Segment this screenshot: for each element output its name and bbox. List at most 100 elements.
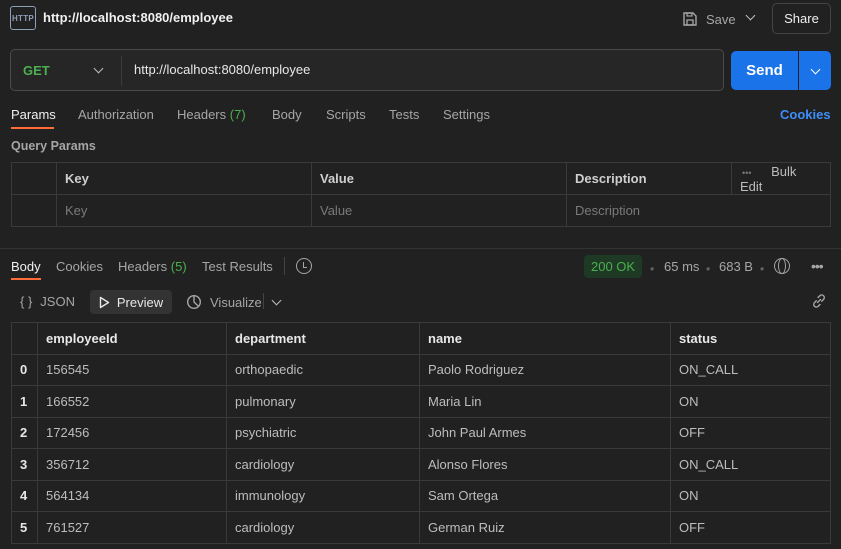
description-input[interactable]: Description	[566, 194, 831, 227]
toolbar-separator	[263, 293, 264, 309]
tab-headers-label: Headers	[177, 107, 227, 122]
employee-id-cell: 564134	[37, 479, 227, 512]
department-cell: orthopaedic	[226, 353, 420, 386]
json-label: JSON	[40, 294, 75, 309]
separator-dot: •	[706, 262, 711, 276]
department-cell: cardiology	[226, 448, 420, 481]
key-header: Key	[56, 162, 312, 195]
status-cell: ON	[670, 479, 831, 512]
send-button[interactable]: Send	[731, 51, 798, 90]
index-header	[11, 322, 38, 355]
tab-settings[interactable]: Settings	[443, 107, 490, 122]
employee-id-cell: 761527	[37, 511, 227, 544]
name-cell: Alonso Flores	[419, 448, 671, 481]
description-header: Description	[566, 162, 732, 195]
share-button[interactable]: Share	[772, 3, 831, 34]
department-cell: cardiology	[226, 511, 420, 544]
response-time[interactable]: 65 ms	[664, 259, 699, 274]
status-cell: ON_CALL	[670, 353, 831, 386]
status-cell: OFF	[670, 511, 831, 544]
row-index: 2	[11, 416, 38, 449]
braces-icon: { }	[20, 294, 33, 309]
employee-id-cell: 172456	[37, 416, 227, 449]
tab-body[interactable]: Body	[272, 107, 302, 122]
pane-divider[interactable]	[0, 248, 841, 249]
response-table: employeeId department name status 0 1565…	[11, 322, 831, 544]
row-index: 4	[11, 479, 38, 512]
save-button[interactable]: Save	[682, 8, 736, 30]
table-row: 4 564134 immunology Sam Ortega ON	[11, 479, 831, 512]
tab-params[interactable]: Params	[11, 107, 56, 122]
url-divider	[121, 56, 122, 86]
save-label: Save	[706, 11, 736, 27]
headers-count: (7)	[229, 107, 246, 122]
table-row: 0 156545 orthopaedic Paolo Rodriguez ON_…	[11, 353, 831, 386]
link-icon[interactable]	[811, 293, 827, 309]
status-badge[interactable]: 200 OK	[584, 255, 643, 278]
method-chevron-down-icon[interactable]	[93, 63, 104, 74]
tab-scripts[interactable]: Scripts	[326, 107, 366, 122]
bulk-edit-cell: ••• Bulk Edit	[731, 162, 831, 195]
save-options-chevron-icon[interactable]	[745, 10, 756, 21]
tab-headers[interactable]: Headers (7)	[177, 107, 246, 122]
preview-label: Preview	[116, 294, 164, 310]
response-tab-body[interactable]: Body	[11, 259, 41, 274]
column-header: department	[226, 322, 420, 355]
checkbox-column	[11, 162, 57, 195]
visualize-label: Visualize	[210, 294, 262, 310]
chevron-down-icon	[810, 64, 820, 74]
column-header: status	[670, 322, 831, 355]
request-title[interactable]: http://localhost:8080/employee	[43, 10, 233, 25]
tab-separator	[284, 257, 285, 275]
name-cell: German Ruiz	[419, 511, 671, 544]
response-tab-cookies[interactable]: Cookies	[56, 259, 103, 274]
key-input[interactable]: Key	[56, 194, 312, 227]
history-icon[interactable]	[296, 258, 312, 274]
cookies-link[interactable]: Cookies	[780, 107, 831, 122]
visualize-chevron-down-icon[interactable]	[271, 295, 282, 306]
http-request-icon: HTTP	[10, 6, 36, 30]
response-tab-headers[interactable]: Headers (5)	[118, 259, 187, 274]
name-cell: Sam Ortega	[419, 479, 671, 512]
more-options-icon[interactable]: •••	[742, 168, 751, 178]
status-cell: ON_CALL	[670, 448, 831, 481]
tab-tests[interactable]: Tests	[389, 107, 419, 122]
visualize-button[interactable]: Visualize	[186, 294, 262, 310]
separator-dot: •	[760, 262, 765, 276]
table-row: 3 356712 cardiology Alonso Flores ON_CAL…	[11, 448, 831, 481]
query-params-table: Key Value Description ••• Bulk Edit Key …	[11, 162, 831, 227]
preview-button[interactable]: Preview	[90, 290, 172, 314]
url-input[interactable]	[134, 62, 694, 77]
response-tab-headers-label: Headers	[118, 259, 168, 274]
tab-authorization[interactable]: Authorization	[78, 107, 154, 122]
name-cell: John Paul Armes	[419, 416, 671, 449]
visualize-icon	[186, 294, 202, 310]
separator-dot: •	[650, 262, 655, 276]
response-tab-test-results[interactable]: Test Results	[202, 259, 273, 274]
response-headers-count: (5)	[170, 259, 187, 274]
table-row: 1 166552 pulmonary Maria Lin ON	[11, 385, 831, 418]
save-icon	[683, 12, 697, 26]
active-tab-indicator	[11, 127, 54, 129]
json-view-button[interactable]: { } JSON	[20, 294, 75, 309]
status-cell: OFF	[670, 416, 831, 449]
method-select[interactable]: GET	[23, 63, 50, 78]
row-index: 1	[11, 385, 38, 418]
table-row: 5 761527 cardiology German Ruiz OFF	[11, 511, 831, 544]
value-input[interactable]: Value	[311, 194, 567, 227]
response-more-icon[interactable]: •••	[811, 258, 824, 274]
employee-id-cell: 156545	[37, 353, 227, 386]
column-header: employeeId	[37, 322, 227, 355]
row-index: 3	[11, 448, 38, 481]
column-header: name	[419, 322, 671, 355]
checkbox-cell	[11, 194, 57, 227]
globe-icon[interactable]	[774, 258, 790, 274]
table-row: 2 172456 psychiatric John Paul Armes OFF	[11, 416, 831, 449]
send-options-button[interactable]	[799, 51, 831, 90]
response-size[interactable]: 683 B	[719, 259, 753, 274]
value-header: Value	[311, 162, 567, 195]
name-cell: Paolo Rodriguez	[419, 353, 671, 386]
department-cell: pulmonary	[226, 385, 420, 418]
row-index: 5	[11, 511, 38, 544]
department-cell: psychiatric	[226, 416, 420, 449]
